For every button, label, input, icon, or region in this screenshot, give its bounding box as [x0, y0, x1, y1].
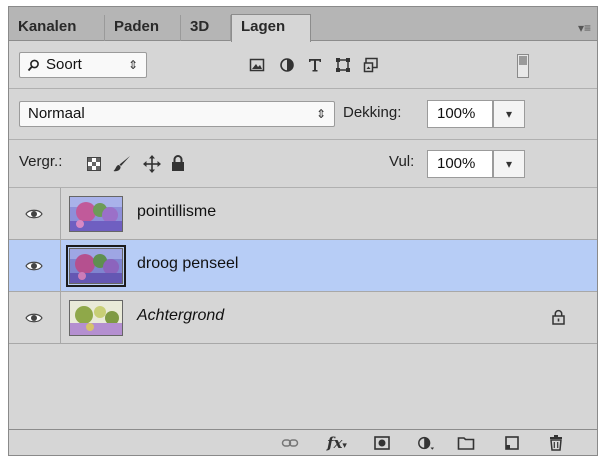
filter-row: Soort ⇕ — [9, 41, 597, 89]
blend-mode-value: Normaal — [28, 105, 85, 122]
image-filter-icon[interactable] — [249, 57, 265, 73]
lock-position-move-icon[interactable] — [143, 155, 161, 173]
type-filter-icon[interactable] — [307, 57, 323, 73]
visibility-toggle[interactable] — [9, 240, 61, 291]
visibility-toggle[interactable] — [9, 188, 61, 239]
opacity-input[interactable]: 100% — [427, 100, 493, 128]
tab-3d[interactable]: 3D — [181, 15, 231, 41]
fill-label: Vul: — [389, 153, 415, 170]
blend-row: Normaal ⇕ Dekking: 100% ▾ — [9, 89, 597, 140]
layer-name[interactable]: pointillisme — [137, 203, 216, 221]
layer-thumbnail[interactable] — [69, 196, 123, 232]
updown-arrow-icon: ⇕ — [315, 107, 326, 121]
folder-icon[interactable] — [457, 434, 475, 452]
fill-dropdown-button[interactable]: ▾ — [493, 150, 525, 178]
lock-row: Vergr.: Vul: 100% ▾ — [9, 140, 597, 188]
fx-icon[interactable]: fx▾ — [327, 434, 347, 452]
layer-row[interactable]: pointillisme — [9, 188, 597, 240]
layers-bottom-bar: fx▾ — [9, 429, 597, 455]
tab-lagen[interactable]: Lagen — [231, 14, 311, 42]
tab-bar: Kanalen Paden 3D Lagen ▾≡ — [9, 7, 597, 42]
lock-label: Vergr.: — [19, 153, 63, 170]
search-icon — [27, 59, 39, 72]
lock-image-pixels-brush-icon[interactable] — [112, 154, 132, 174]
mask-icon[interactable] — [373, 434, 391, 452]
fill-input[interactable]: 100% — [427, 150, 493, 178]
visibility-toggle[interactable] — [9, 292, 61, 343]
fx-label: fx — [327, 434, 343, 452]
eye-icon — [25, 261, 43, 271]
layers-panel: Kanalen Paden 3D Lagen ▾≡ Soort ⇕ Normaa… — [8, 6, 598, 456]
tab-kanalen[interactable]: Kanalen — [9, 15, 105, 41]
updown-arrow-icon: ⇕ — [127, 58, 138, 72]
trash-icon[interactable] — [547, 434, 565, 452]
kind-filter-label: Soort — [46, 56, 82, 73]
lock-all-icon[interactable] — [171, 154, 185, 172]
adjustment-filter-icon[interactable] — [279, 57, 295, 73]
new-layer-icon[interactable] — [503, 434, 521, 452]
layers-list: pointillisme droog penseel Achtergrond — [9, 188, 597, 431]
link-icon[interactable] — [281, 434, 299, 452]
layer-row-selected[interactable]: droog penseel — [9, 240, 597, 292]
layer-name[interactable]: Achtergrond — [137, 307, 224, 325]
adjustment-icon[interactable] — [417, 434, 435, 452]
layer-row[interactable]: Achtergrond — [9, 292, 597, 344]
smart-object-filter-icon[interactable] — [363, 57, 379, 73]
blend-mode-select[interactable]: Normaal ⇕ — [19, 101, 335, 127]
panel-menu-icon[interactable]: ▾≡ — [578, 21, 591, 35]
tab-paden[interactable]: Paden — [105, 15, 181, 41]
eye-icon — [25, 209, 43, 219]
filter-toggle-switch[interactable] — [517, 54, 529, 78]
kind-filter-select[interactable]: Soort ⇕ — [19, 52, 147, 78]
lock-transparent-pixels-icon[interactable] — [87, 157, 101, 171]
layer-name[interactable]: droog penseel — [137, 255, 238, 273]
layer-thumbnail[interactable] — [69, 300, 123, 336]
eye-icon — [25, 313, 43, 323]
opacity-dropdown-button[interactable]: ▾ — [493, 100, 525, 128]
shape-filter-icon[interactable] — [335, 57, 351, 73]
opacity-label: Dekking: — [343, 104, 402, 121]
layer-lock-icon — [552, 309, 565, 325]
layer-thumbnail[interactable] — [66, 245, 126, 287]
